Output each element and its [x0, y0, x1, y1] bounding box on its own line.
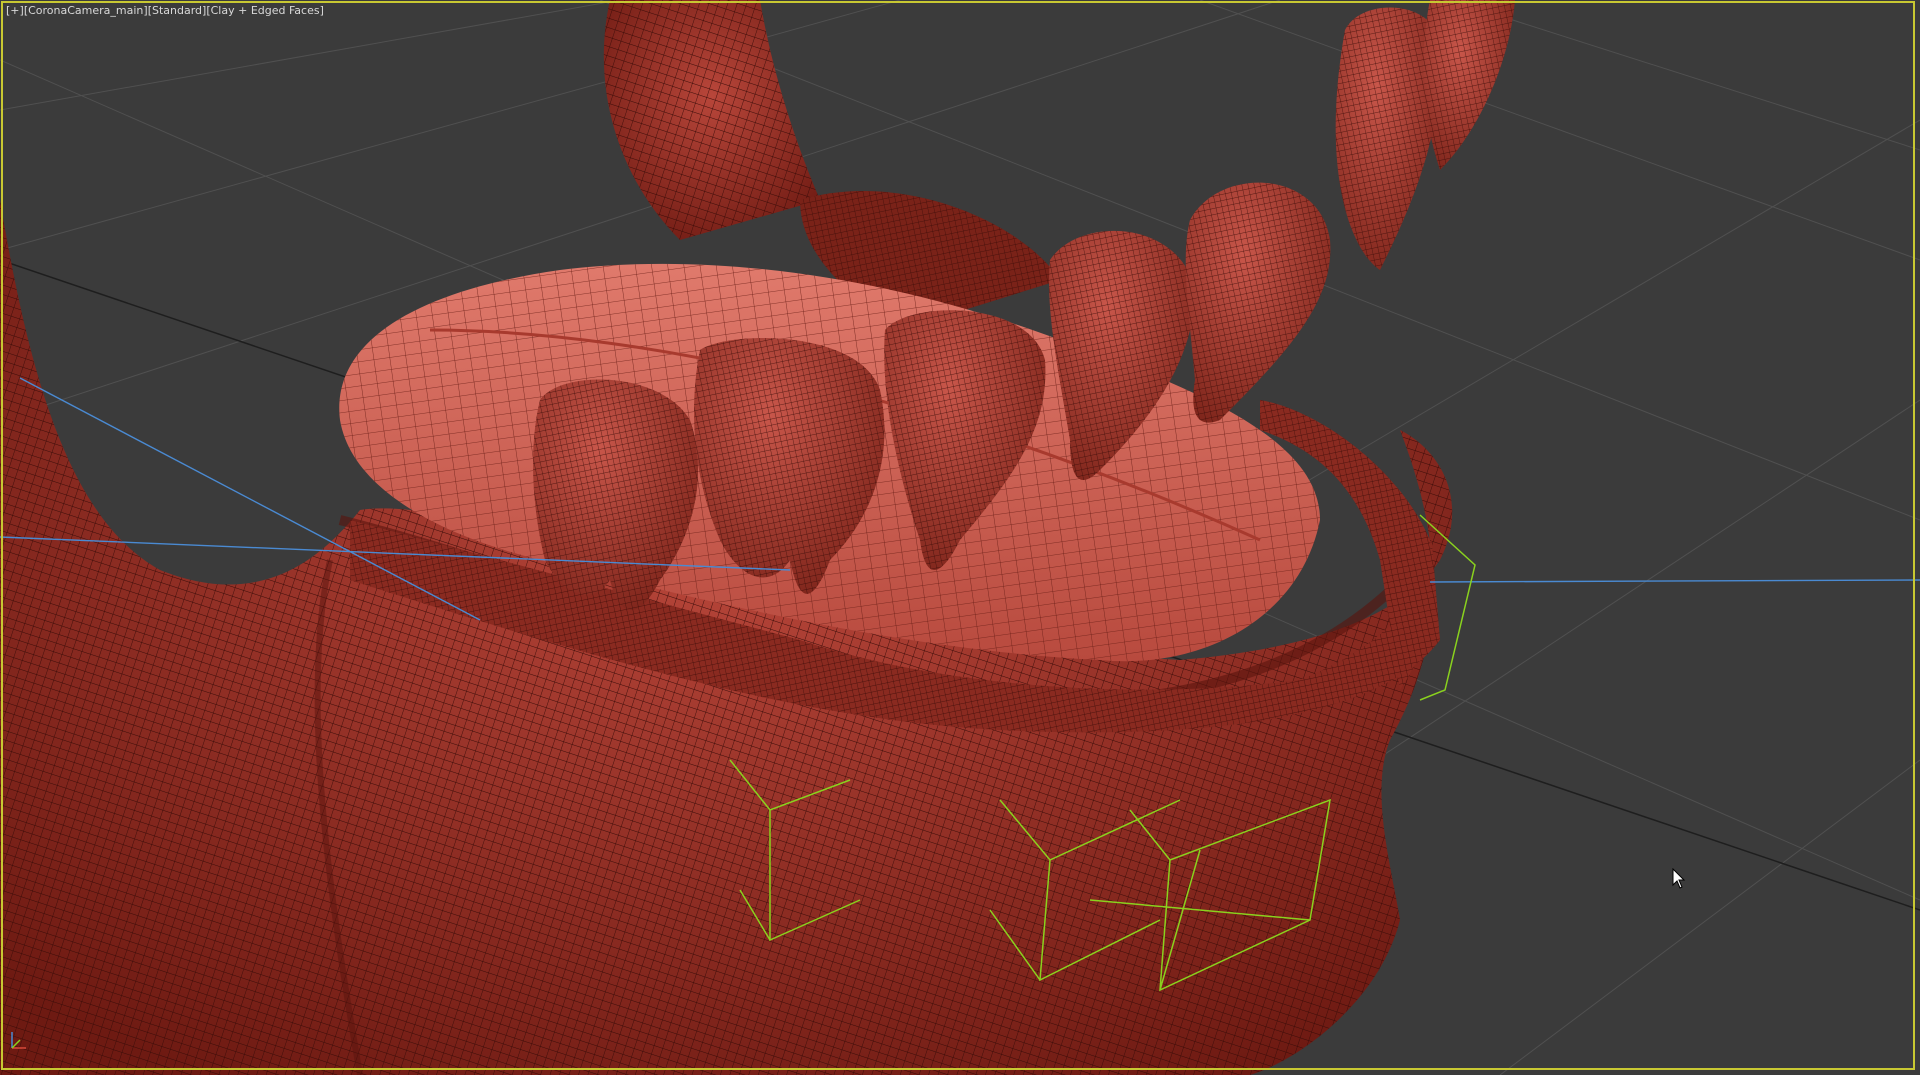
viewport-display-mode-menu[interactable]: [Clay + Edged Faces]: [206, 4, 324, 17]
axis-tripod-icon: [11, 1032, 26, 1049]
viewport-label: [+] [CoronaCamera_main] [Standard] [Clay…: [6, 4, 324, 17]
viewport-scene[interactable]: [0, 0, 1920, 1075]
perspective-viewport[interactable]: [+] [CoronaCamera_main] [Standard] [Clay…: [0, 0, 1920, 1075]
mouse-pointer-icon: [1672, 868, 1686, 889]
viewport-plus-menu[interactable]: [+]: [6, 4, 24, 17]
tooth-canine: [1185, 182, 1331, 423]
viewport-camera-menu[interactable]: [CoronaCamera_main]: [24, 4, 148, 17]
viewport-shading-standard-menu[interactable]: [Standard]: [148, 4, 207, 17]
